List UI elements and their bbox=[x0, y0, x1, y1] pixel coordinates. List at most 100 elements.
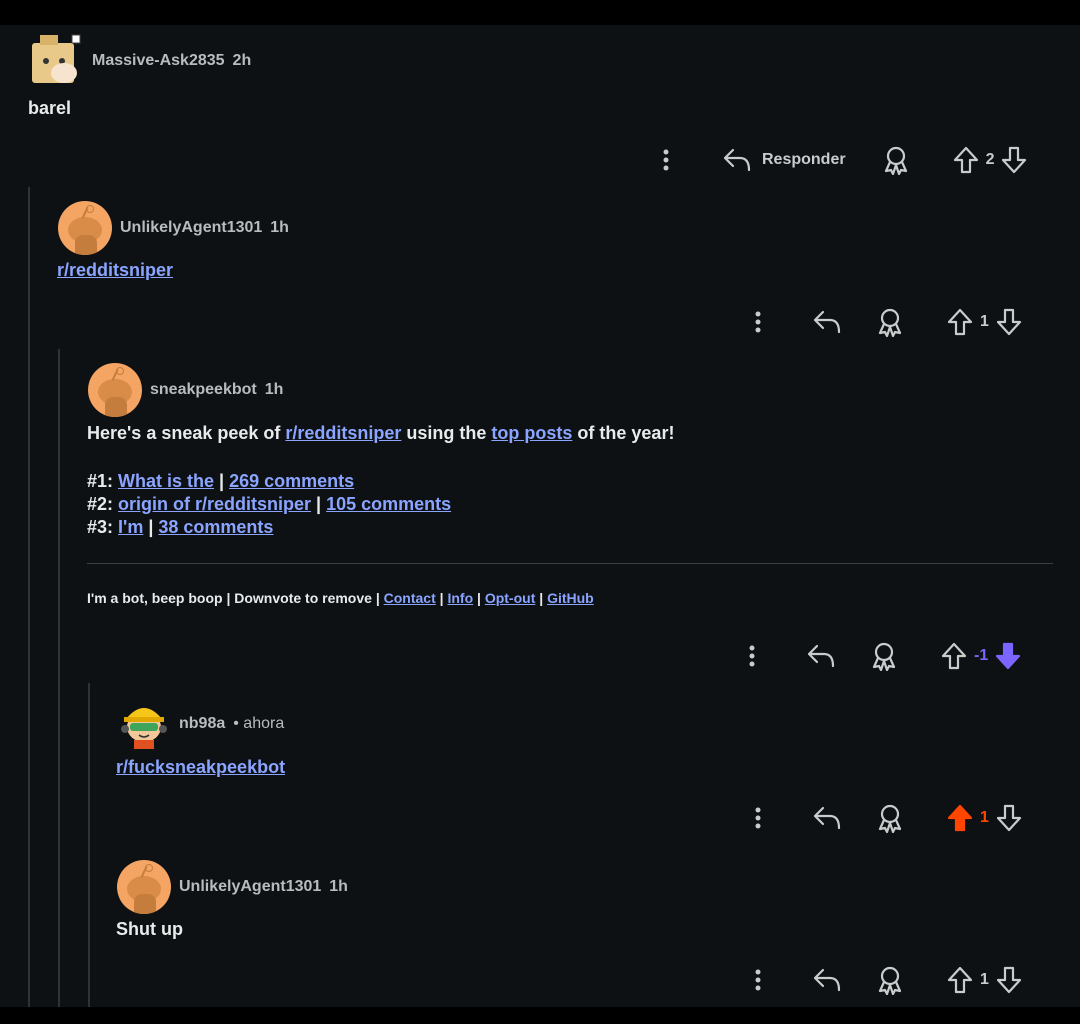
reply-button[interactable] bbox=[812, 804, 842, 832]
comments-link[interactable]: 105 comments bbox=[326, 494, 451, 514]
reply-button[interactable]: Responder bbox=[722, 146, 846, 174]
upvote-button[interactable] bbox=[952, 145, 980, 175]
comment-author[interactable]: sneakpeekbot bbox=[150, 381, 257, 399]
comment-author[interactable]: Massive-Ask2835 bbox=[92, 52, 225, 70]
reply-icon bbox=[813, 806, 841, 830]
award-button[interactable] bbox=[876, 307, 904, 337]
downvote-icon bbox=[996, 804, 1022, 832]
comments-link[interactable]: 38 comments bbox=[158, 517, 273, 537]
comment-header: sneakpeekbot 1h bbox=[88, 363, 283, 417]
upvote-button[interactable] bbox=[946, 965, 974, 995]
separator: | bbox=[435, 590, 448, 606]
award-button[interactable] bbox=[882, 145, 910, 175]
downvote-icon bbox=[1002, 146, 1027, 174]
reply-button[interactable] bbox=[806, 642, 836, 670]
comments-link[interactable]: 269 comments bbox=[229, 471, 354, 491]
comment-actions: 1 bbox=[742, 800, 1023, 836]
item-number: #2: bbox=[87, 494, 114, 514]
hard-hat-avatar-icon bbox=[121, 708, 167, 749]
reply-button[interactable] bbox=[812, 308, 842, 336]
avatar[interactable] bbox=[117, 860, 171, 914]
comment-body: r/fucksneakpeekbot bbox=[116, 757, 285, 778]
comment-author[interactable]: UnlikelyAgent1301 bbox=[179, 878, 321, 896]
avatar[interactable] bbox=[117, 697, 171, 751]
bot-footer: I'm a bot, beep boop | Downvote to remov… bbox=[87, 590, 594, 606]
more-options-button[interactable] bbox=[742, 310, 774, 334]
vote-score: -1 bbox=[974, 647, 989, 664]
vote-score: 1 bbox=[980, 809, 989, 826]
opt-out-link[interactable]: Opt-out bbox=[485, 590, 536, 606]
top-posts-link[interactable]: top posts bbox=[491, 423, 572, 443]
top-post-item: #3: I'm | 38 comments bbox=[87, 517, 273, 538]
more-vertical-icon bbox=[755, 969, 761, 991]
footer-text: I'm a bot, beep boop | Downvote to remov… bbox=[87, 590, 384, 606]
comment-time: 1h bbox=[270, 219, 289, 236]
thread-line-level3[interactable] bbox=[88, 683, 90, 1007]
post-link[interactable]: I'm bbox=[118, 517, 143, 537]
more-options-button[interactable] bbox=[742, 968, 774, 992]
comment-time: • ahora bbox=[233, 715, 285, 732]
reply-button[interactable] bbox=[812, 966, 842, 994]
downvote-button[interactable] bbox=[994, 641, 1022, 671]
comment-author[interactable]: UnlikelyAgent1301 bbox=[120, 219, 262, 237]
thread-line-level1[interactable] bbox=[28, 187, 30, 1007]
more-options-button[interactable] bbox=[736, 644, 768, 668]
avatar[interactable] bbox=[88, 363, 142, 417]
separator: | bbox=[535, 590, 548, 606]
comment-author[interactable]: nb98a bbox=[179, 715, 225, 733]
reply-icon bbox=[813, 310, 841, 334]
avatar[interactable] bbox=[58, 201, 112, 255]
downvote-active-icon bbox=[996, 642, 1021, 670]
comment-actions: 1 bbox=[742, 962, 1023, 998]
vote-score: 2 bbox=[985, 151, 995, 168]
subreddit-link[interactable]: r/fucksneakpeekbot bbox=[116, 757, 285, 777]
subreddit-link[interactable]: r/redditsniper bbox=[285, 423, 401, 443]
info-link[interactable]: Info bbox=[447, 590, 473, 606]
comment-actions: 1 bbox=[742, 304, 1023, 340]
upvote-active-icon bbox=[947, 804, 973, 832]
more-vertical-icon bbox=[755, 311, 761, 333]
upvote-button[interactable] bbox=[946, 307, 974, 337]
downvote-button[interactable] bbox=[1000, 145, 1028, 175]
downvote-button[interactable] bbox=[995, 307, 1023, 337]
robot-avatar-icon bbox=[32, 34, 81, 83]
post-link[interactable]: origin of r/redditsniper bbox=[118, 494, 311, 514]
upvote-button[interactable] bbox=[946, 803, 974, 833]
item-number: #3: bbox=[87, 517, 114, 537]
subreddit-link[interactable]: r/redditsniper bbox=[57, 260, 173, 280]
top-post-item: #1: What is the | 269 comments bbox=[87, 471, 354, 492]
reply-icon bbox=[813, 968, 841, 992]
comment-time: 1h bbox=[329, 878, 348, 895]
more-options-button[interactable] bbox=[742, 806, 774, 830]
vote-score: 1 bbox=[980, 313, 989, 330]
github-link[interactable]: GitHub bbox=[547, 590, 594, 606]
comment-actions: Responder 2 bbox=[650, 142, 1028, 178]
award-icon bbox=[878, 308, 902, 337]
award-button[interactable] bbox=[876, 965, 904, 995]
thread-line-level2[interactable] bbox=[58, 349, 60, 1007]
intro-text: of the year! bbox=[572, 423, 675, 443]
comment-time: 2h bbox=[232, 52, 252, 69]
more-vertical-icon bbox=[749, 645, 755, 667]
comment-header: Massive-Ask2835 2h bbox=[28, 33, 251, 89]
upvote-icon bbox=[947, 966, 973, 994]
award-icon bbox=[878, 966, 902, 995]
more-vertical-icon bbox=[663, 149, 669, 171]
downvote-button[interactable] bbox=[995, 803, 1023, 833]
award-button[interactable] bbox=[876, 803, 904, 833]
separator: | bbox=[214, 471, 230, 491]
divider bbox=[87, 563, 1053, 564]
intro-text: using the bbox=[401, 423, 492, 443]
comment-header: nb98a • ahora bbox=[117, 697, 284, 751]
more-options-button[interactable] bbox=[650, 148, 682, 172]
downvote-button[interactable] bbox=[995, 965, 1023, 995]
avatar[interactable] bbox=[28, 33, 84, 89]
comment-header: UnlikelyAgent1301 1h bbox=[117, 860, 348, 914]
item-number: #1: bbox=[87, 471, 114, 491]
award-button[interactable] bbox=[870, 641, 898, 671]
post-link[interactable]: What is the bbox=[118, 471, 214, 491]
contact-link[interactable]: Contact bbox=[384, 590, 436, 606]
upvote-button[interactable] bbox=[940, 641, 968, 671]
bot-intro: Here's a sneak peek of r/redditsniper us… bbox=[87, 423, 674, 444]
award-icon bbox=[884, 146, 907, 175]
